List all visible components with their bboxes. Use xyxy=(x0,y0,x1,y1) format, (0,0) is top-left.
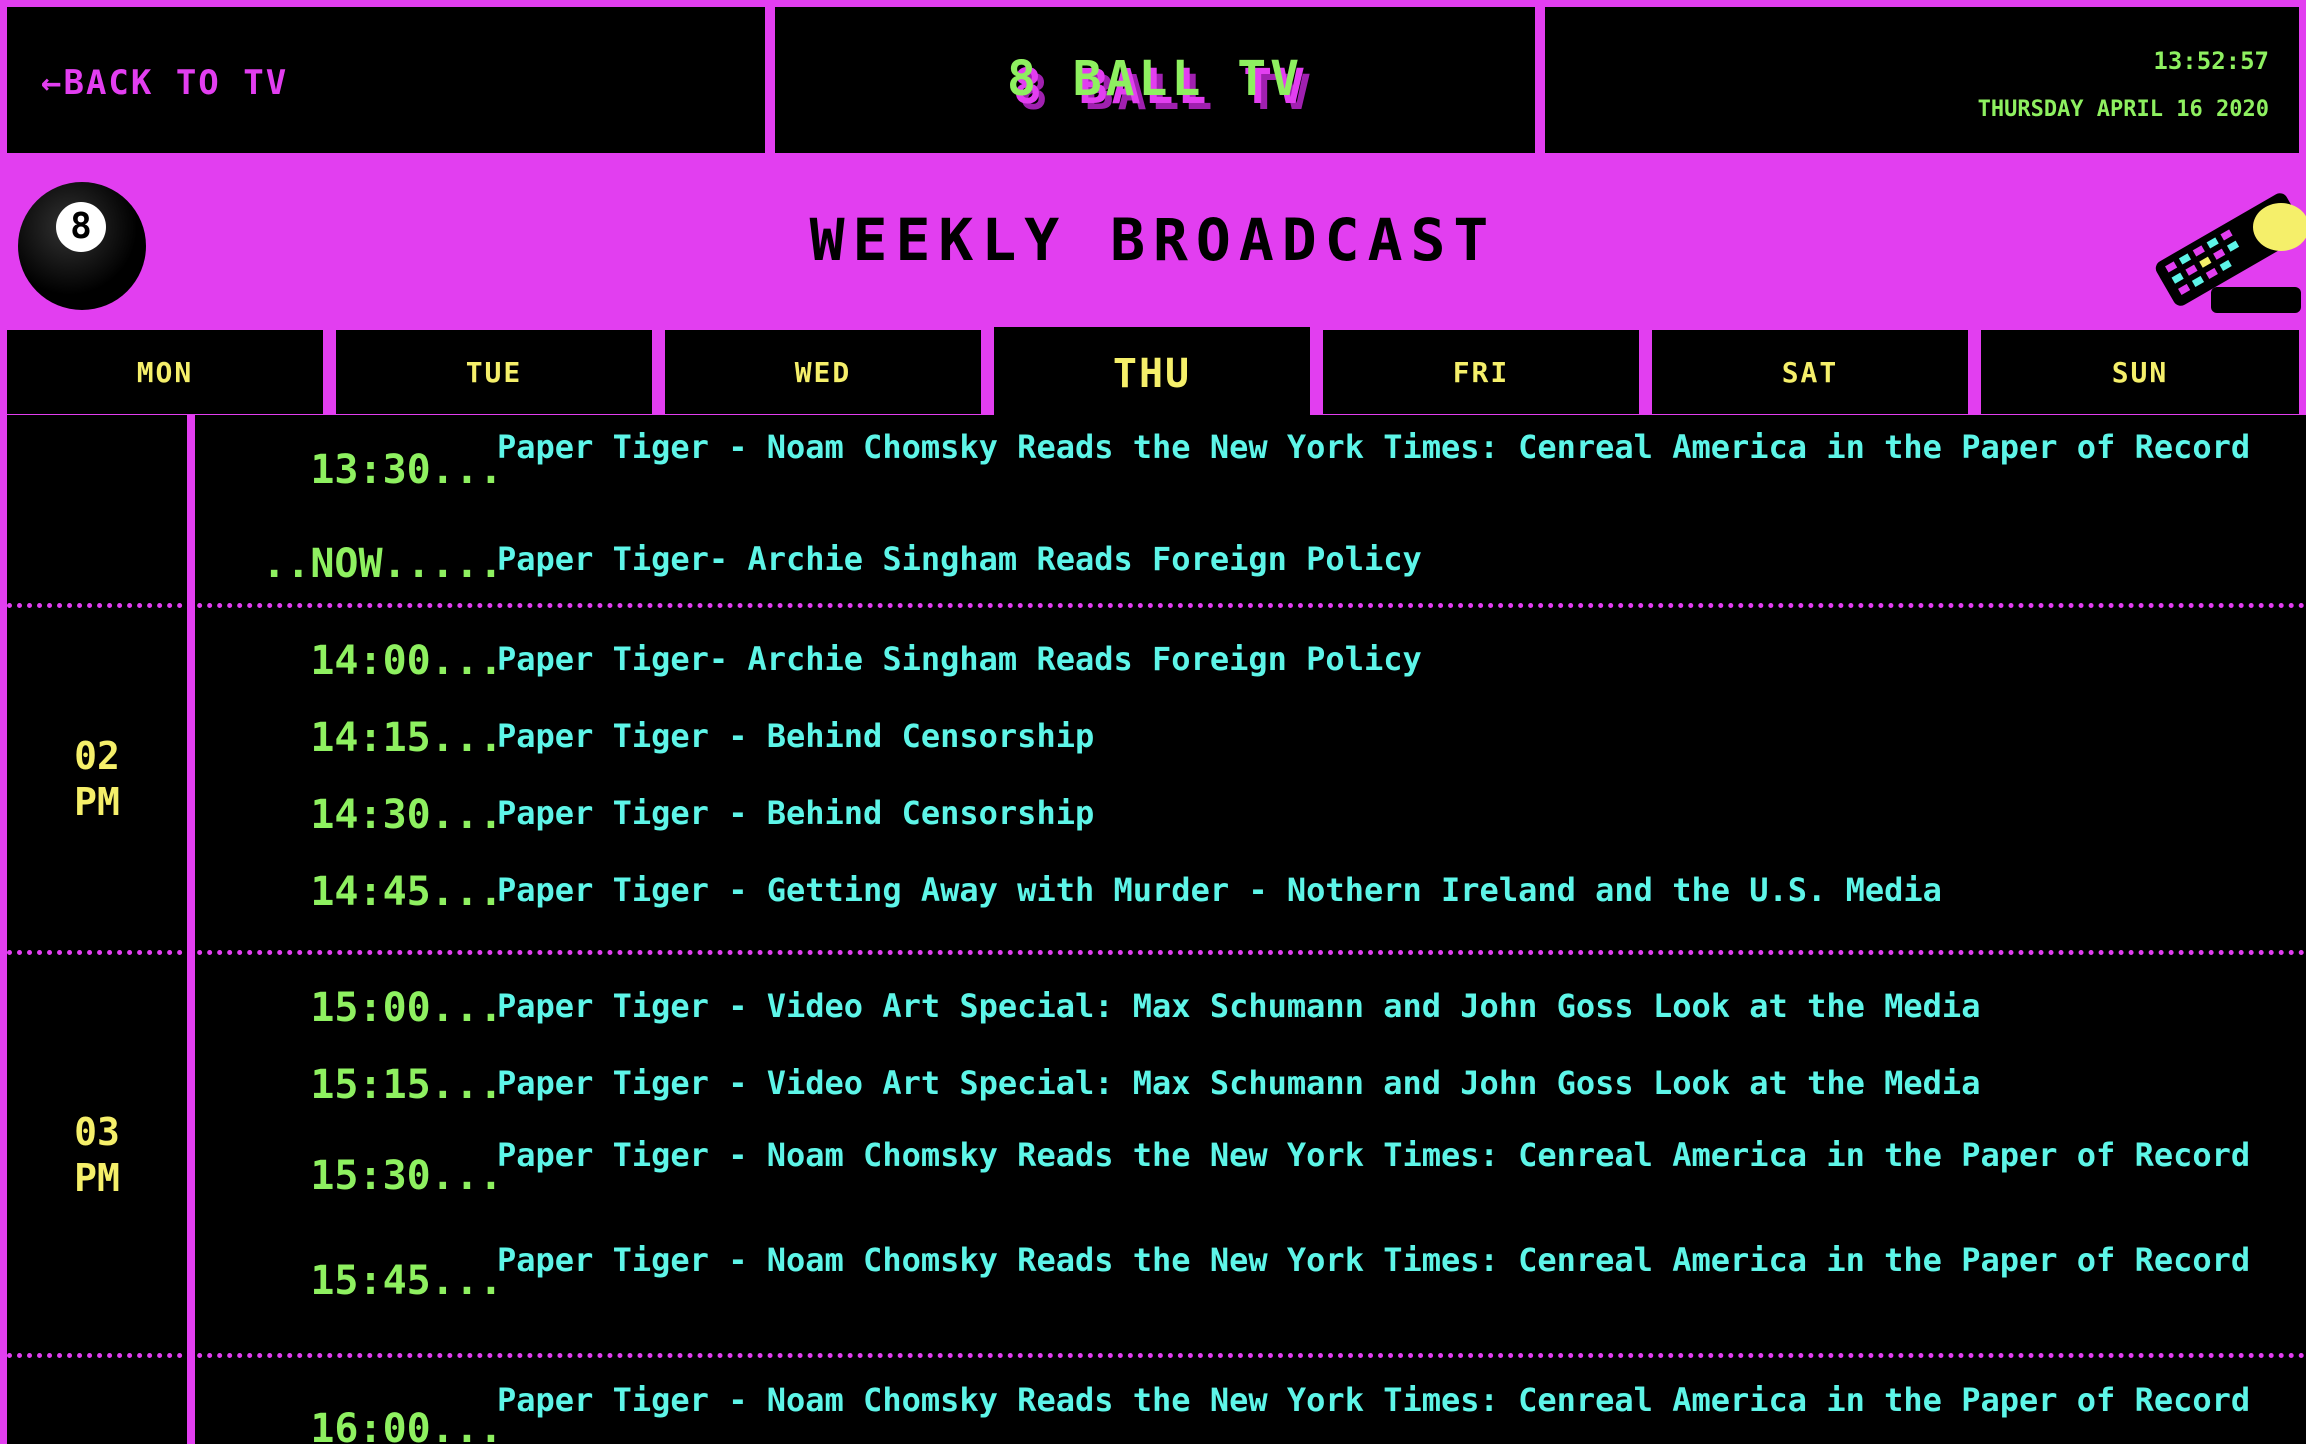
schedule-list[interactable]: PM 13:30... Paper Tiger - Noam Chomsky R… xyxy=(7,415,2306,1444)
row-title[interactable]: Paper Tiger - Video Art Special: Max Sch… xyxy=(497,1065,2277,1101)
hour-group: 03 PM 15:00... Paper Tiger - Video Art S… xyxy=(7,955,2306,1353)
tab-fri[interactable]: FRI xyxy=(1323,330,1639,414)
tab-wed[interactable]: WED xyxy=(665,330,981,414)
hour-meridiem: PM xyxy=(74,780,120,824)
schedule-row: 13:30... Paper Tiger - Noam Chomsky Read… xyxy=(7,423,2306,503)
top-bar: ←BACK TO TV 8 BALL TV 13:52:57 THURSDAY … xyxy=(0,0,2306,160)
hour-group: PM 13:30... Paper Tiger - Noam Chomsky R… xyxy=(7,415,2306,603)
row-time: 14:00... xyxy=(310,638,503,684)
tab-mon[interactable]: MON xyxy=(7,330,323,414)
row-title[interactable]: Paper Tiger - Noam Chomsky Reads the New… xyxy=(497,1242,2277,1278)
row-time: 16:00... xyxy=(310,1406,503,1444)
row-time: 14:15... xyxy=(310,715,503,761)
hour-meridiem: PM xyxy=(74,1156,120,1200)
hour-group: 02 PM 14:00... Paper Tiger- Archie Singh… xyxy=(7,608,2306,950)
row-title[interactable]: Paper Tiger- Archie Singham Reads Foreig… xyxy=(497,541,2277,577)
row-title[interactable]: Paper Tiger - Video Art Special: Max Sch… xyxy=(497,988,2277,1024)
current-date: THURSDAY APRIL 16 2020 xyxy=(1977,97,2269,122)
clock-time: 13:52:57 xyxy=(2153,47,2269,75)
row-time: 15:00... xyxy=(310,985,503,1031)
row-title[interactable]: Paper Tiger - Behind Censorship xyxy=(497,718,2277,754)
row-title[interactable]: Paper Tiger - Getting Away with Murder -… xyxy=(497,872,2277,908)
day-tabs: MON TUE WED THU FRI SAT SUN xyxy=(0,325,2306,421)
tab-sun[interactable]: SUN xyxy=(1981,330,2299,414)
row-title[interactable]: Paper Tiger - Behind Censorship xyxy=(497,795,2277,831)
hour-number: 02 xyxy=(74,734,120,778)
row-time: 14:30... xyxy=(310,792,503,838)
banner: 8 WEEKLY BROADCAST xyxy=(0,160,2306,325)
row-time: 15:45... xyxy=(310,1258,503,1304)
row-time: 15:30... xyxy=(310,1153,503,1199)
row-title[interactable]: Paper Tiger - Noam Chomsky Reads the New… xyxy=(497,1137,2277,1173)
app-frame: ←BACK TO TV 8 BALL TV 13:52:57 THURSDAY … xyxy=(0,0,2306,1444)
page-title: WEEKLY BROADCAST xyxy=(809,206,1497,274)
clock-panel: 13:52:57 THURSDAY APRIL 16 2020 xyxy=(1545,7,2299,153)
row-time: 13:30... xyxy=(310,447,503,493)
row-title[interactable]: Paper Tiger - Noam Chomsky Reads the New… xyxy=(497,1382,2277,1418)
row-time: 14:45... xyxy=(310,869,503,915)
back-to-tv-link[interactable]: ←BACK TO TV xyxy=(41,63,288,103)
hour-label: 02 PM xyxy=(7,733,187,825)
tab-sat[interactable]: SAT xyxy=(1652,330,1968,414)
row-title[interactable]: Paper Tiger - Noam Chomsky Reads the New… xyxy=(497,429,2277,465)
row-title[interactable]: Paper Tiger- Archie Singham Reads Foreig… xyxy=(497,641,2277,677)
hour-group: 16:00... Paper Tiger - Noam Chomsky Read… xyxy=(7,1358,2306,1444)
back-panel: ←BACK TO TV xyxy=(7,7,765,153)
logo-panel: 8 BALL TV xyxy=(775,7,1535,153)
remote-control-icon xyxy=(2155,193,2306,313)
schedule-row-now: ..NOW..... Paper Tiger- Archie Singham R… xyxy=(7,525,2306,587)
tab-thu[interactable]: THU xyxy=(994,327,1310,421)
hour-label: 03 PM xyxy=(7,1109,187,1201)
tab-tue[interactable]: TUE xyxy=(336,330,652,414)
logo-text: 8 BALL TV xyxy=(1006,51,1304,107)
hour-number: 03 xyxy=(74,1110,120,1154)
row-time: 15:15... xyxy=(310,1062,503,1108)
row-time: ..NOW..... xyxy=(262,541,503,587)
